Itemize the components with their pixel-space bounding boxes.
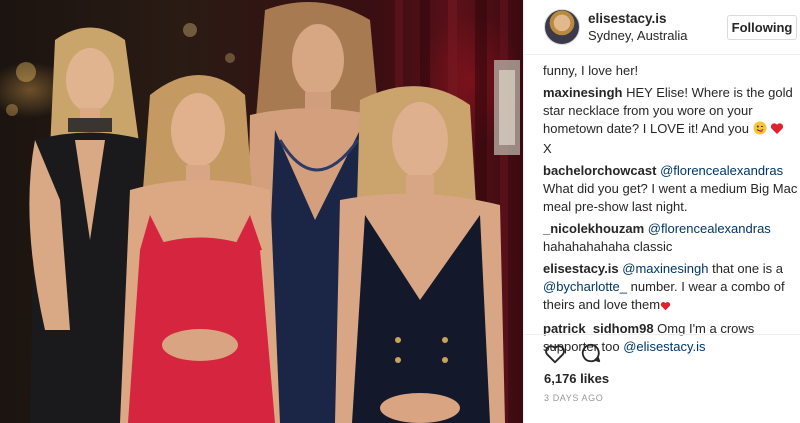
comment-text: that one is a	[712, 261, 783, 276]
comment-mention[interactable]: @florencealexandras	[660, 163, 783, 178]
red-heart-emoji-icon	[770, 122, 784, 140]
post-photo[interactable]	[0, 0, 523, 423]
comment-text: hahahahahaha classic	[543, 239, 673, 254]
following-button[interactable]: Following	[727, 15, 797, 40]
post-header: elisestacy.is Sydney, Australia Followin…	[524, 0, 800, 55]
avatar[interactable]	[544, 9, 580, 45]
comment-text: funny, I love her!	[543, 63, 639, 78]
speech-bubble-icon[interactable]	[580, 342, 602, 364]
post-username[interactable]: elisestacy.is	[588, 11, 667, 26]
comment-text: What did you get? I went a medium Big Ma…	[543, 181, 798, 214]
photo-illustration	[6, 0, 520, 423]
comment-username[interactable]: bachelorchowcast	[543, 163, 656, 178]
comment-username[interactable]: elisestacy.is	[543, 261, 619, 276]
likes-count[interactable]: 6,176 likes	[544, 371, 609, 386]
winking-tongue-emoji-icon	[753, 121, 767, 140]
comment-item: funny, I love her!	[543, 62, 798, 80]
comment-item: elisestacy.is @maxinesingh that one is a…	[543, 260, 798, 316]
comments-list: funny, I love her! maxinesingh HEY Elise…	[543, 62, 798, 360]
comment-mention[interactable]: @bycharlotte_	[543, 279, 627, 294]
post-location[interactable]: Sydney, Australia	[588, 28, 687, 43]
post-side-panel: elisestacy.is Sydney, Australia Followin…	[523, 0, 800, 423]
comment-text-trail: X	[543, 141, 552, 156]
comment-item: bachelorchowcast @florencealexandras Wha…	[543, 162, 798, 216]
comment-item: maxinesingh HEY Elise! Where is the gold…	[543, 84, 798, 158]
comment-item: _nicolekhouzam @florencealexandras hahah…	[543, 220, 798, 256]
comment-mention[interactable]: @maxinesingh	[622, 261, 708, 276]
comment-username[interactable]: maxinesingh	[543, 85, 622, 100]
comment-mention[interactable]: @florencealexandras	[648, 221, 771, 236]
post-actions: 6,176 likes 3 DAYS AGO	[524, 334, 800, 423]
red-heart-emoji-icon	[660, 298, 671, 316]
post-timestamp[interactable]: 3 DAYS AGO	[544, 393, 603, 403]
heart-outline-icon[interactable]	[544, 343, 566, 365]
comment-username[interactable]: _nicolekhouzam	[543, 221, 644, 236]
